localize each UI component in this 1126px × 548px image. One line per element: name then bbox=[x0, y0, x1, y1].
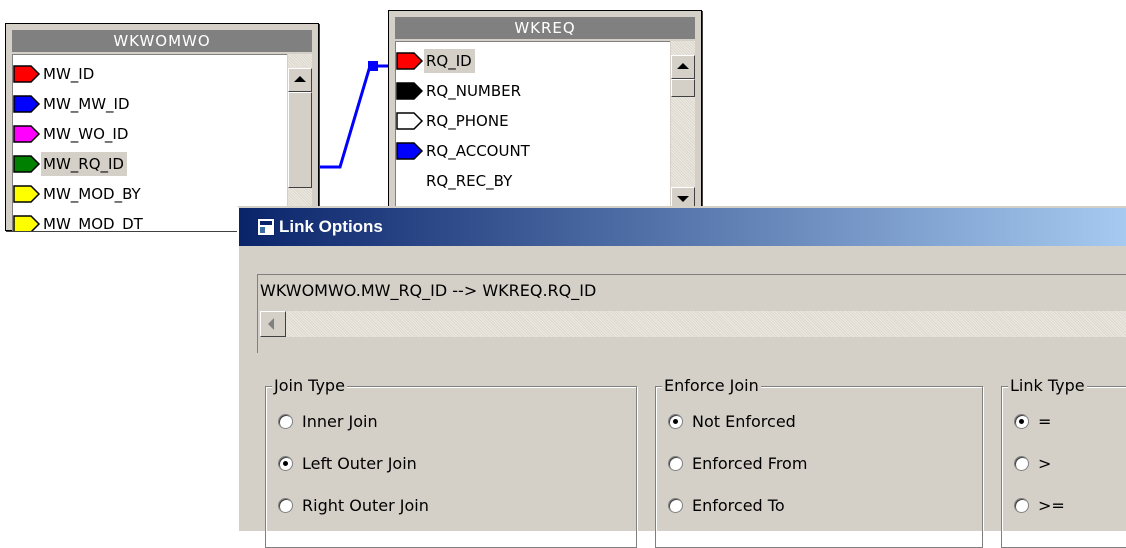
vertical-scrollbar[interactable] bbox=[671, 41, 695, 211]
radio-button[interactable] bbox=[278, 413, 293, 429]
table-title[interactable]: WKREQ bbox=[395, 17, 695, 39]
dialog-title: Link Options bbox=[279, 217, 383, 236]
field-row[interactable]: RQ_REC_BY bbox=[396, 166, 515, 196]
join-type-group: Join Type Inner Join Left Outer Join Right… bbox=[265, 376, 637, 548]
scroll-thumb[interactable] bbox=[671, 79, 695, 97]
tag-arrow-icon bbox=[396, 80, 424, 102]
radio-label: >= bbox=[1038, 495, 1065, 515]
scroll-left-button[interactable] bbox=[260, 311, 286, 337]
radio-button[interactable] bbox=[1014, 497, 1029, 513]
field-row[interactable]: MW_MOD_DT bbox=[13, 209, 146, 231]
scroll-up-button[interactable] bbox=[671, 55, 695, 79]
radio-option[interactable]: = bbox=[1014, 409, 1051, 433]
field-name: RQ_PHONE bbox=[426, 112, 509, 130]
vertical-scrollbar[interactable] bbox=[288, 54, 312, 230]
radio-button[interactable] bbox=[668, 413, 683, 429]
radio-option[interactable]: Right Outer Join bbox=[278, 493, 429, 517]
field-name: RQ_ACCOUNT bbox=[426, 142, 530, 160]
field-name: MW_MOD_DT bbox=[43, 215, 143, 231]
scroll-up-button[interactable] bbox=[288, 68, 312, 92]
link-options-dialog: Link Options WKWOMWO.MW_RQ_ID --> WKREQ.… bbox=[237, 206, 1126, 548]
join-type-label: Join Type bbox=[272, 376, 347, 396]
table-wkwomwo[interactable]: WKWOMWO MW_ID MW_MW_ID MW_WO_ID MW_RQ_ID MW_… bbox=[5, 23, 319, 231]
field-row[interactable]: RQ_ACCOUNT bbox=[396, 136, 533, 166]
field-name: MW_MW_ID bbox=[43, 95, 130, 113]
tag-arrow-icon bbox=[396, 140, 424, 162]
field-row[interactable]: MW_MOD_BY bbox=[13, 179, 144, 209]
tag-arrow-icon bbox=[13, 213, 41, 231]
radio-option[interactable]: Inner Join bbox=[278, 409, 378, 433]
field-row[interactable]: MW_RQ_ID bbox=[13, 149, 127, 179]
radio-button[interactable] bbox=[1014, 455, 1029, 471]
radio-button[interactable] bbox=[278, 497, 293, 513]
arrow-down-icon bbox=[677, 196, 689, 202]
field-name: MW_RQ_ID bbox=[41, 152, 127, 176]
link-type-label: Link Type bbox=[1008, 376, 1087, 396]
dialog-titlebar[interactable]: Link Options bbox=[239, 208, 1126, 246]
radio-button[interactable] bbox=[1014, 413, 1029, 429]
link-type-group: Link Type = > >= bbox=[1001, 376, 1126, 548]
field-list: RQ_ID RQ_NUMBER RQ_PHONE RQ_ACCOUNT RQ_REC_B… bbox=[395, 41, 670, 212]
field-name: RQ_REC_BY bbox=[426, 172, 513, 190]
radio-label: Not Enforced bbox=[692, 411, 796, 431]
arrow-up-icon bbox=[677, 63, 689, 69]
tag-arrow-icon bbox=[396, 110, 424, 132]
radio-button[interactable] bbox=[668, 497, 683, 513]
enforce-join-label: Enforce Join bbox=[662, 376, 761, 396]
tag-arrow-icon bbox=[13, 153, 41, 175]
radio-label: = bbox=[1038, 411, 1052, 431]
field-name: RQ_ID bbox=[424, 49, 475, 73]
field-row[interactable]: RQ_ID bbox=[396, 46, 475, 76]
tag-arrow-icon bbox=[13, 123, 41, 145]
radio-option[interactable]: Not Enforced bbox=[668, 409, 796, 433]
tag-arrow-icon bbox=[13, 93, 41, 115]
link-expression-box[interactable]: WKWOMWO.MW_RQ_ID --> WKREQ.RQ_ID bbox=[257, 274, 1126, 353]
table-wkreq[interactable]: WKREQ RQ_ID RQ_NUMBER RQ_PHONE RQ_ACCOUNT RQ… bbox=[388, 10, 702, 212]
radio-button[interactable] bbox=[278, 455, 293, 471]
field-name: MW_MOD_BY bbox=[43, 185, 141, 203]
radio-option[interactable]: Enforced From bbox=[668, 451, 807, 475]
field-row[interactable]: RQ_NUMBER bbox=[396, 76, 524, 106]
radio-label: > bbox=[1038, 453, 1052, 473]
field-name: RQ_NUMBER bbox=[426, 82, 522, 100]
radio-label: Enforced From bbox=[692, 453, 808, 473]
window-icon bbox=[257, 218, 275, 236]
field-row[interactable]: MW_ID bbox=[13, 59, 97, 89]
tag-arrow-icon bbox=[13, 183, 41, 205]
arrow-up-icon bbox=[294, 76, 306, 82]
tag-arrow-icon bbox=[396, 170, 424, 192]
arrow-left-icon bbox=[268, 318, 274, 330]
tag-arrow-icon bbox=[13, 63, 41, 85]
radio-button[interactable] bbox=[668, 455, 683, 471]
radio-label: Left Outer Join bbox=[302, 453, 417, 473]
field-name: MW_ID bbox=[43, 65, 95, 83]
horizontal-scrollbar[interactable] bbox=[260, 311, 1126, 337]
scroll-thumb[interactable] bbox=[288, 92, 312, 188]
field-row[interactable]: RQ_PHONE bbox=[396, 106, 512, 136]
radio-label: Enforced To bbox=[692, 495, 785, 515]
radio-label: Right Outer Join bbox=[302, 495, 429, 515]
field-list: MW_ID MW_MW_ID MW_WO_ID MW_RQ_ID MW_MOD_BY MW… bbox=[12, 54, 287, 231]
link-expression: WKWOMWO.MW_RQ_ID --> WKREQ.RQ_ID bbox=[260, 281, 597, 300]
tag-arrow-icon bbox=[396, 50, 424, 72]
field-name: MW_WO_ID bbox=[43, 125, 129, 143]
radio-option[interactable]: Enforced To bbox=[668, 493, 785, 517]
enforce-join-group: Enforce Join Not Enforced Enforced From En… bbox=[655, 376, 983, 548]
table-title[interactable]: WKWOMWO bbox=[12, 30, 312, 52]
field-row[interactable]: MW_MW_ID bbox=[13, 89, 133, 119]
field-row[interactable]: MW_WO_ID bbox=[13, 119, 131, 149]
radio-option[interactable]: >= bbox=[1014, 493, 1065, 517]
radio-option[interactable]: > bbox=[1014, 451, 1051, 475]
radio-label: Inner Join bbox=[302, 411, 378, 431]
radio-option[interactable]: Left Outer Join bbox=[278, 451, 417, 475]
